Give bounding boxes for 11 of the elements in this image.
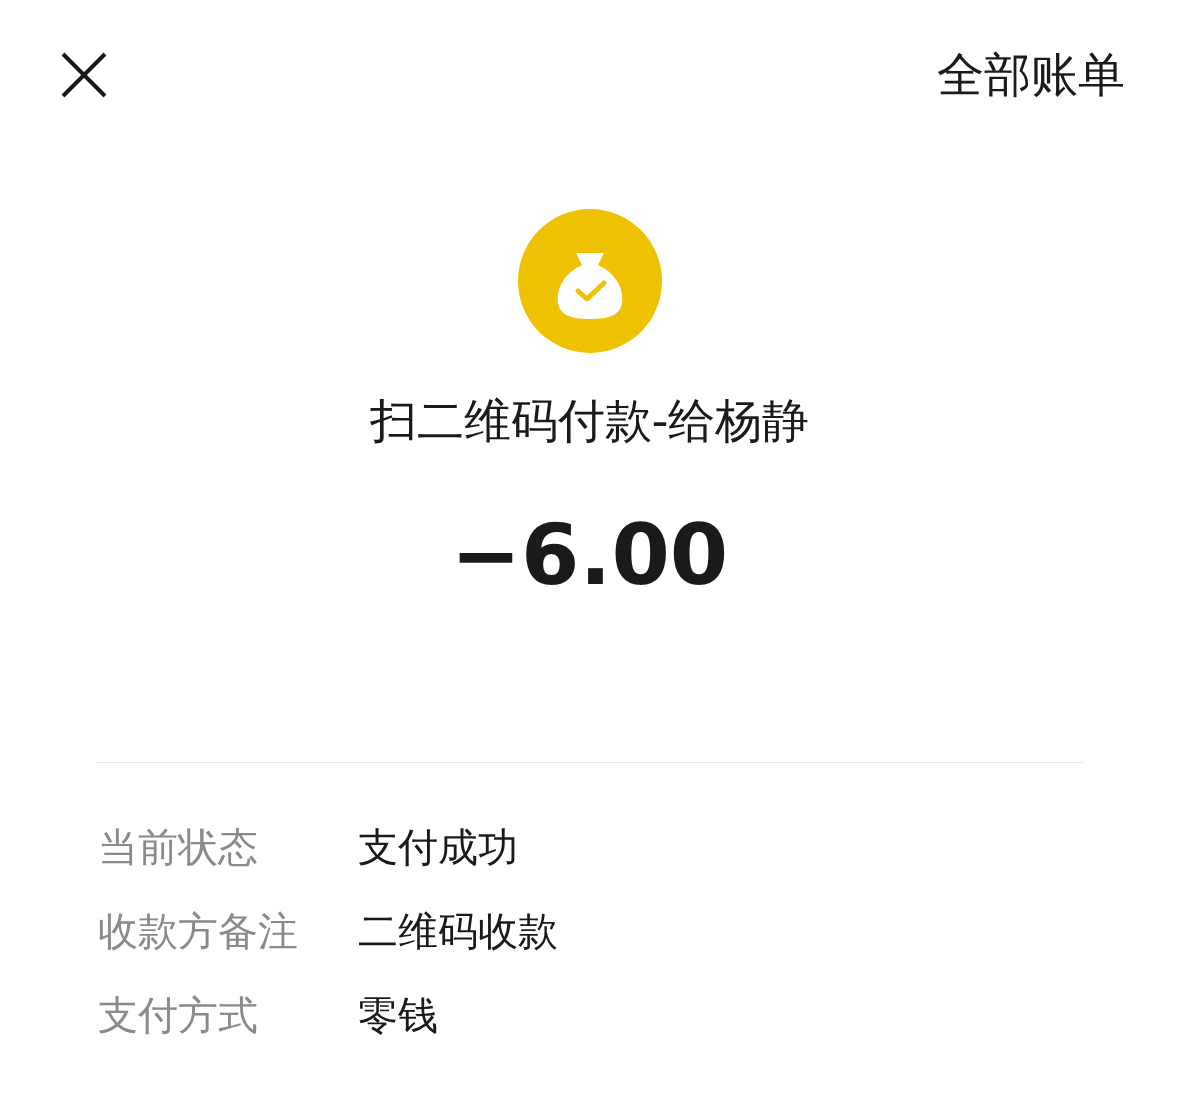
detail-value: 支付成功 [358,823,518,873]
detail-value: 二维码收款 [358,907,558,957]
all-bills-link[interactable]: 全部账单 [937,43,1125,107]
payment-title: 扫二维码付款-给杨静 [369,393,810,450]
detail-label: 支付方式 [98,991,259,1041]
detail-label: 收款方备注 [98,907,299,957]
detail-label: 当前状态 [98,823,259,873]
money-bag-icon [517,209,662,353]
payment-amount: −6.00 [450,509,729,602]
close-icon [61,52,107,98]
detail-value: 零钱 [358,991,438,1041]
